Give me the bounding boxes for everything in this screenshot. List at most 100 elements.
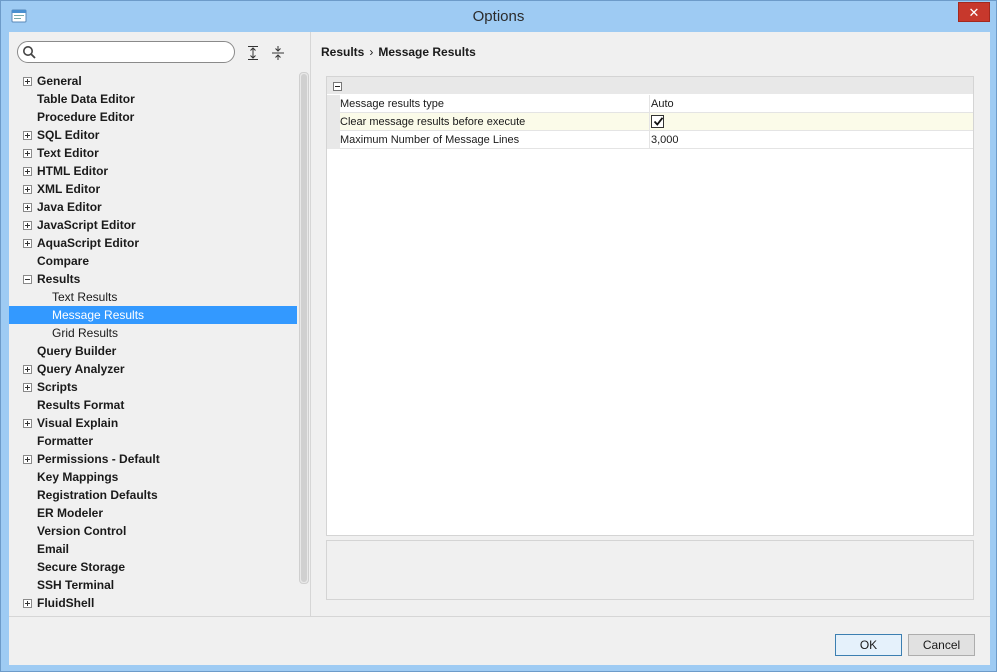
expand-plus-icon[interactable] bbox=[23, 221, 32, 230]
tree-item[interactable]: Email bbox=[9, 540, 297, 558]
tree-item[interactable]: Registration Defaults bbox=[9, 486, 297, 504]
property-value[interactable]: 3,000 bbox=[649, 131, 973, 149]
tree-item[interactable]: Results bbox=[9, 270, 297, 288]
expand-plus-icon[interactable] bbox=[23, 599, 32, 608]
tree-item-label: General bbox=[37, 74, 82, 88]
property-row[interactable]: Message results type Auto bbox=[327, 95, 973, 113]
tree-scrollbar-thumb[interactable] bbox=[301, 74, 307, 582]
dialog-body: General Table Data Editor Procedure Editor… bbox=[9, 32, 990, 665]
tree-item[interactable]: Text Editor bbox=[9, 144, 297, 162]
expand-plus-icon[interactable] bbox=[23, 203, 32, 212]
clear-before-execute-checkbox[interactable] bbox=[651, 115, 664, 128]
tree-item-label: Results bbox=[37, 272, 81, 286]
tree-item[interactable]: Query Builder bbox=[9, 342, 297, 360]
title-bar[interactable]: Options ✕ bbox=[1, 1, 996, 31]
tree-item-label: Compare bbox=[37, 254, 90, 268]
property-description-panel bbox=[326, 540, 974, 600]
property-grid: Message results type Auto Clear message re… bbox=[326, 76, 974, 536]
tree-item-label: Registration Defaults bbox=[37, 488, 158, 502]
expand-plus-icon[interactable] bbox=[23, 131, 32, 140]
tree-item[interactable]: Version Control bbox=[9, 522, 297, 540]
collapse-group-icon[interactable] bbox=[333, 82, 342, 91]
tree-item[interactable]: Scripts bbox=[9, 378, 297, 396]
tree-item-label: Procedure Editor bbox=[37, 110, 135, 124]
breadcrumb-parent: Results bbox=[321, 45, 365, 59]
tree-item[interactable]: Grid Results bbox=[9, 324, 297, 342]
tree-item-label: ER Modeler bbox=[37, 506, 104, 520]
expand-plus-icon[interactable] bbox=[23, 239, 32, 248]
tree-item[interactable]: HTML Editor bbox=[9, 162, 297, 180]
expand-plus-icon[interactable] bbox=[23, 149, 32, 158]
options-navigation-pane: General Table Data Editor Procedure Editor… bbox=[9, 32, 311, 616]
expand-plus-icon[interactable] bbox=[23, 167, 32, 176]
tree-item[interactable]: Permissions - Default bbox=[9, 450, 297, 468]
tree-item-label: Text Results bbox=[52, 290, 118, 304]
breadcrumb-separator: › bbox=[369, 45, 374, 59]
tree-item-label: Message Results bbox=[52, 308, 145, 322]
tree-item-label: Query Builder bbox=[37, 344, 117, 358]
tree-item-label: Version Control bbox=[37, 524, 127, 538]
tree-item[interactable]: Text Results bbox=[9, 288, 297, 306]
tree-item[interactable]: Java Editor bbox=[9, 198, 297, 216]
expand-plus-icon[interactable] bbox=[23, 365, 32, 374]
tree-item-label: Grid Results bbox=[52, 326, 119, 340]
options-window: Options ✕ General Table Data Editor Proc… bbox=[0, 0, 997, 672]
expand-plus-icon[interactable] bbox=[23, 455, 32, 464]
property-value[interactable]: Auto bbox=[649, 95, 973, 113]
expand-plus-icon[interactable] bbox=[23, 185, 32, 194]
search-input[interactable] bbox=[40, 44, 230, 60]
property-row-margin bbox=[327, 113, 340, 131]
tree-item-label: JavaScript Editor bbox=[37, 218, 136, 232]
expand-plus-icon[interactable] bbox=[23, 77, 32, 86]
tree-item[interactable]: Visual Explain bbox=[9, 414, 297, 432]
tree-item-label: Formatter bbox=[37, 434, 94, 448]
tree-item[interactable]: SQL Editor bbox=[9, 126, 297, 144]
tree-item-label: XML Editor bbox=[37, 182, 101, 196]
tree-item[interactable]: Message Results bbox=[9, 306, 297, 324]
tree-scrollbar[interactable] bbox=[299, 72, 309, 584]
options-content-pane: Results › Message Results Message results … bbox=[312, 32, 990, 616]
tree-item[interactable]: Key Mappings bbox=[9, 468, 297, 486]
collapse-minus-icon[interactable] bbox=[23, 275, 32, 284]
tree-item[interactable]: Formatter bbox=[9, 432, 297, 450]
tree-item-label: SQL Editor bbox=[37, 128, 100, 142]
property-group-header[interactable] bbox=[327, 77, 973, 94]
tree-item[interactable]: Compare bbox=[9, 252, 297, 270]
ok-button[interactable]: OK bbox=[835, 634, 902, 656]
search-icon bbox=[23, 46, 36, 59]
close-icon: ✕ bbox=[968, 5, 980, 20]
window-title: Options bbox=[472, 8, 525, 25]
tree-item[interactable]: AquaScript Editor bbox=[9, 234, 297, 252]
close-button[interactable]: ✕ bbox=[958, 2, 990, 22]
dialog-footer: OK Cancel bbox=[9, 616, 990, 665]
tree-item-label: Key Mappings bbox=[37, 470, 119, 484]
tree-item-label: FluidShell bbox=[37, 596, 95, 610]
tree-item[interactable]: FluidShell bbox=[9, 594, 297, 612]
tree-item[interactable]: Table Data Editor bbox=[9, 90, 297, 108]
tree-item[interactable]: ER Modeler bbox=[9, 504, 297, 522]
search-box[interactable] bbox=[17, 41, 235, 63]
tree-item[interactable]: Secure Storage bbox=[9, 558, 297, 576]
property-row[interactable]: Maximum Number of Message Lines 3,000 bbox=[327, 131, 973, 149]
tree-item-label: Permissions - Default bbox=[37, 452, 160, 466]
expand-all-icon[interactable] bbox=[246, 45, 260, 61]
tree-item[interactable]: XML Editor bbox=[9, 180, 297, 198]
breadcrumb-current: Message Results bbox=[378, 45, 476, 59]
options-tree: General Table Data Editor Procedure Editor… bbox=[9, 72, 297, 616]
tree-item-label: AquaScript Editor bbox=[37, 236, 140, 250]
tree-item-label: Visual Explain bbox=[37, 416, 119, 430]
tree-item[interactable]: Results Format bbox=[9, 396, 297, 414]
collapse-all-icon[interactable] bbox=[271, 45, 285, 61]
tree-item-label: SSH Terminal bbox=[37, 578, 115, 592]
tree-item[interactable]: JavaScript Editor bbox=[9, 216, 297, 234]
property-row[interactable]: Clear message results before execute bbox=[327, 113, 973, 131]
expand-plus-icon[interactable] bbox=[23, 419, 32, 428]
property-value-checkbox-cell[interactable] bbox=[649, 113, 973, 131]
tree-item[interactable]: Query Analyzer bbox=[9, 360, 297, 378]
cancel-button[interactable]: Cancel bbox=[908, 634, 975, 656]
tree-item[interactable]: General bbox=[9, 72, 297, 90]
expand-plus-icon[interactable] bbox=[23, 383, 32, 392]
tree-item[interactable]: SSH Terminal bbox=[9, 576, 297, 594]
checkmark-icon bbox=[653, 117, 664, 126]
tree-item[interactable]: Procedure Editor bbox=[9, 108, 297, 126]
